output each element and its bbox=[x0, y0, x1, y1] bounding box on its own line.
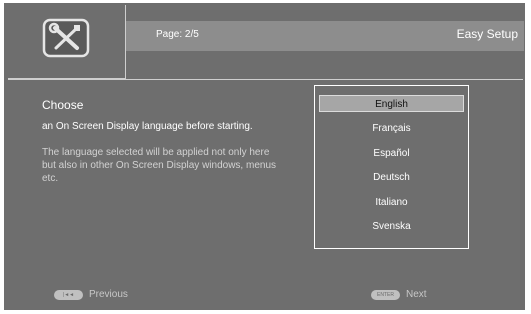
language-option-svenska[interactable]: Svenska bbox=[319, 218, 464, 235]
language-option-francais[interactable]: Français bbox=[319, 120, 464, 137]
previous-label: Previous bbox=[89, 289, 128, 300]
instruction-heading: Choose bbox=[42, 98, 84, 112]
instruction-detail-text: The language selected will be applied no… bbox=[42, 147, 277, 184]
next-label: Next bbox=[406, 289, 427, 300]
language-option-italiano[interactable]: Italiano bbox=[319, 194, 464, 211]
language-list: English Français Español Deutsch Italian… bbox=[314, 85, 469, 249]
previous-button[interactable]: |◄◄ Previous bbox=[54, 289, 128, 300]
skip-back-key-icon: |◄◄ bbox=[54, 289, 83, 300]
setup-screen: Page: 2/5 Easy Setup Choose an On Screen… bbox=[3, 2, 526, 311]
screen-title: Easy Setup bbox=[456, 27, 518, 41]
language-option-espanol[interactable]: Español bbox=[319, 145, 464, 162]
enter-key-icon: ENTER bbox=[371, 289, 400, 300]
instruction-main-text: an On Screen Display language before sta… bbox=[42, 121, 253, 132]
setup-icon-panel bbox=[8, 5, 126, 79]
next-button[interactable]: ENTER Next bbox=[371, 289, 427, 300]
page-indicator: Page: 2/5 bbox=[156, 29, 199, 40]
wrench-screwdriver-icon bbox=[42, 18, 90, 58]
language-option-deutsch[interactable]: Deutsch bbox=[319, 169, 464, 186]
header-divider bbox=[8, 79, 523, 80]
header-bar: Page: 2/5 Easy Setup bbox=[126, 21, 524, 51]
language-option-english[interactable]: English bbox=[319, 95, 464, 112]
